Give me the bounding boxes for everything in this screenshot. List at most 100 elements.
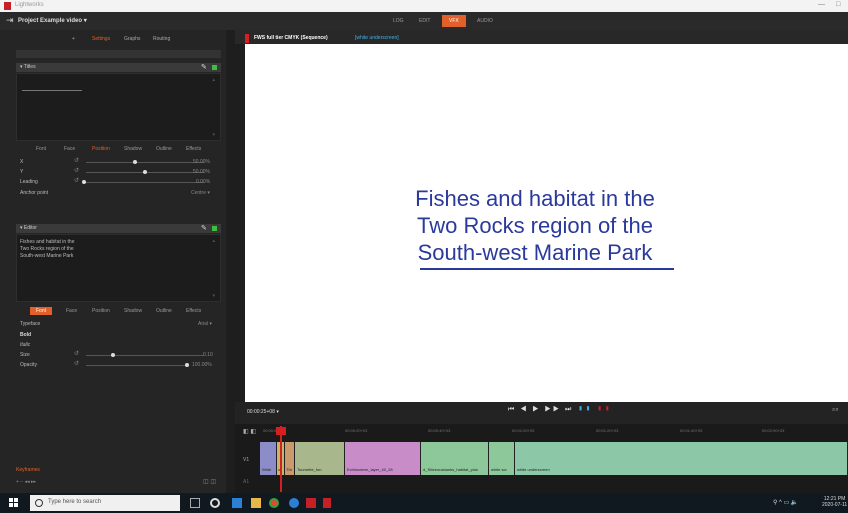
typeface-label: Typeface (20, 321, 41, 327)
y-label: Y (20, 169, 24, 175)
subtab-shadow[interactable]: Shadow (124, 146, 142, 152)
keyframe-icon[interactable]: ↺ (74, 177, 79, 184)
enable-indicator[interactable] (212, 226, 217, 231)
tab-vfx[interactable]: VFX (442, 15, 466, 27)
clip-label: Echinoderm_layer_40_28 (347, 467, 393, 472)
subtab-outline[interactable]: Outline (156, 308, 172, 314)
record-icon[interactable]: ▮▮ (596, 406, 611, 413)
section-label: ▾ Titles (20, 64, 36, 70)
sequence-title[interactable]: FWS full tier CMYK (Sequence) (254, 35, 328, 41)
track-label-a1[interactable]: A1 (243, 479, 249, 485)
title-preview-box[interactable]: ▴ ▾ (16, 73, 221, 141)
subtab-outline[interactable]: Outline (156, 146, 172, 152)
size-slider[interactable] (86, 355, 204, 356)
x-slider[interactable] (86, 162, 204, 163)
windows-start-icon[interactable] (9, 498, 19, 508)
x-slider-thumb[interactable] (133, 160, 137, 164)
scroll-down-icon[interactable]: ▾ (212, 293, 215, 299)
app-icon[interactable] (306, 498, 316, 508)
transport-controls-glyphs[interactable]: ⏮ ◀ ▶ ▶▶ ⏭ (508, 406, 573, 413)
playback-controls[interactable]: ⏮ ◀ ▶ ▶▶ ⏭ ▮▮ ▮▮ (508, 406, 612, 414)
subtab-effects[interactable]: Effects (186, 308, 201, 314)
leading-value[interactable]: 0.00% (196, 179, 210, 185)
keyframe-icon[interactable]: ↺ (74, 157, 79, 164)
zoom-icon[interactable]: ⌕⌕ (832, 407, 839, 414)
collapsed-effect-row[interactable] (16, 50, 221, 58)
enable-indicator[interactable] (212, 65, 217, 70)
subtab-font[interactable]: Font (30, 307, 53, 315)
ruler-tick: 00:01:00+03 (512, 428, 535, 433)
store-icon[interactable] (232, 498, 242, 508)
magic-wand-icon[interactable]: ✎ (201, 224, 207, 232)
clip-label: Wide (262, 467, 272, 472)
keyframe-icon[interactable]: ↺ (74, 167, 79, 174)
editor-section-header[interactable]: ▾ Editor ✎ (16, 224, 221, 233)
timecode-display[interactable]: 00:00:25+08 ▾ (247, 409, 279, 415)
leading-slider[interactable] (86, 182, 204, 183)
keyframe-icon[interactable]: ↺ (74, 360, 79, 367)
subtab-position[interactable]: Position (92, 308, 110, 314)
scroll-up-icon[interactable]: ▴ (212, 238, 215, 244)
size-value[interactable]: 0.10 (203, 352, 213, 358)
anchor-point-label: Anchor point (20, 190, 49, 196)
subtab-position[interactable]: Position (92, 146, 110, 152)
title-text-line (22, 90, 82, 91)
tab-log[interactable]: LOG (386, 15, 411, 27)
project-title[interactable]: Project Example video ▾ (18, 17, 87, 24)
ruler-tick: 00:01:40+03 (680, 428, 703, 433)
viewer-title-line: South-west Marine Park (417, 240, 653, 265)
titles-section-header[interactable]: ▾ Titles ✎ (16, 63, 221, 72)
y-value[interactable]: 50.00% (193, 169, 210, 175)
keyframe-controls[interactable]: + − ◂◂ ▸▸ (16, 479, 36, 485)
subtab-face[interactable]: Face (66, 308, 77, 314)
magic-wand-icon[interactable]: ✎ (201, 63, 207, 71)
anchor-point-select[interactable]: Centre ▾ (191, 190, 210, 196)
cortana-icon[interactable] (35, 499, 43, 507)
x-value[interactable]: 50.00% (193, 159, 210, 165)
media-player-icon[interactable] (289, 498, 299, 508)
record-indicator-icon (245, 34, 249, 43)
opacity-value[interactable]: 100.00% (192, 362, 212, 368)
file-explorer-icon[interactable] (251, 498, 261, 508)
add-effect-button[interactable]: + (72, 36, 75, 42)
editor-text-line: South-west Marine Park (20, 253, 74, 259)
ruler-tick: 00:01:20+03 (596, 428, 619, 433)
track-label-v1[interactable]: V1 (243, 457, 249, 463)
mark-icon[interactable]: ▮▮ (577, 406, 592, 413)
tab-audio[interactable]: AUDIO (470, 15, 500, 27)
tab-settings[interactable]: Settings (92, 36, 110, 42)
playhead[interactable] (280, 426, 282, 492)
subtab-shadow[interactable]: Shadow (124, 308, 142, 314)
system-tray-icons[interactable]: ⚲ ^ ▭ 🔈 (773, 499, 798, 506)
y-slider-thumb[interactable] (143, 170, 147, 174)
subtab-face[interactable]: Face (64, 146, 75, 152)
ruler-tick: 00:00:20+03 (345, 428, 368, 433)
tab-routing[interactable]: Routing (153, 36, 170, 42)
menu-bar: ⇥ Project Example video ▾ LOG EDIT VFX A… (0, 12, 848, 30)
size-slider-thumb[interactable] (111, 353, 115, 357)
chrome-icon[interactable] (269, 498, 279, 508)
keyframe-view-icons[interactable]: ◫ ◫ (203, 478, 216, 485)
subtab-effects[interactable]: Effects (186, 146, 201, 152)
lightworks-taskbar-icon[interactable] (323, 498, 331, 508)
scroll-up-icon[interactable]: ▴ (212, 77, 215, 83)
minimize-button[interactable]: — (818, 1, 825, 8)
scroll-down-icon[interactable]: ▾ (212, 132, 215, 138)
cortana-circle-icon[interactable] (210, 498, 220, 508)
opacity-slider-thumb[interactable] (185, 363, 189, 367)
exit-project-icon[interactable]: ⇥ (6, 15, 14, 26)
subtab-font[interactable]: Font (36, 146, 46, 152)
maximize-button[interactable]: □ (836, 1, 840, 8)
tab-edit[interactable]: EDIT (412, 15, 437, 27)
clip-label: Tournette_fon (297, 467, 322, 472)
keyframe-icon[interactable]: ↺ (74, 350, 79, 357)
timeline-tools-icon[interactable]: ◧ ◧ (243, 428, 256, 435)
clock-date: 2020-07-11 (822, 502, 848, 508)
typeface-select[interactable]: Arial ▾ (198, 321, 212, 327)
task-view-icon[interactable] (190, 498, 200, 508)
taskbar-clock[interactable]: 12:21 PM 2020-07-11 (822, 496, 847, 508)
italic-label: Italic (20, 342, 31, 348)
opacity-slider[interactable] (86, 365, 188, 366)
app-icon (4, 2, 11, 10)
tab-graphs[interactable]: Graphs (124, 36, 140, 42)
